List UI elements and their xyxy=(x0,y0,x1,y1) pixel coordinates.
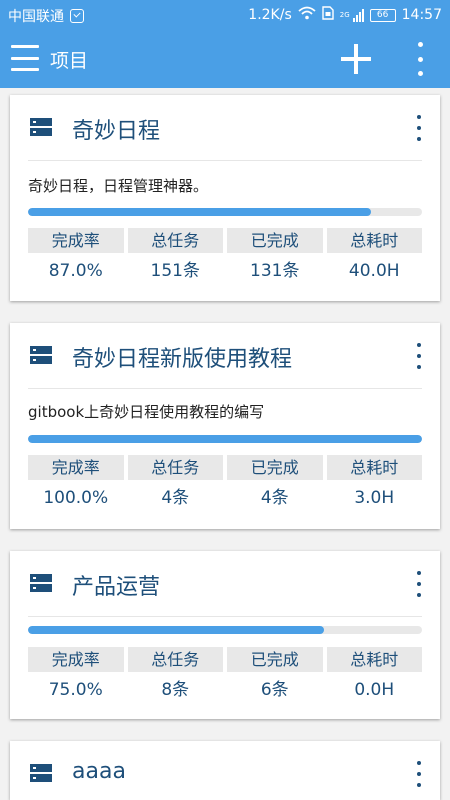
network-type-label: 2G xyxy=(339,11,350,19)
project-card[interactable]: 奇妙日程 奇妙日程，日程管理神器。 完成率 总任务 已完成 总耗时 87.0% … xyxy=(10,95,440,301)
card-more-icon[interactable] xyxy=(414,571,424,597)
stat-completed: 131条 xyxy=(250,261,300,281)
progress-bar xyxy=(28,208,422,216)
stat-total-tasks: 4条 xyxy=(161,488,190,508)
progress-fill xyxy=(28,626,324,634)
stat-header-total-time: 总耗时 xyxy=(326,228,422,253)
stats-grid: 完成率 总任务 已完成 总耗时 100.0% 4条 4条 3.0H xyxy=(28,455,422,516)
project-name: 奇妙日程 xyxy=(72,119,161,144)
project-description: 奇妙日程，日程管理神器。 xyxy=(28,177,209,195)
add-project-icon[interactable] xyxy=(341,44,371,74)
stat-completed: 4条 xyxy=(260,488,289,508)
menu-icon[interactable] xyxy=(11,45,39,71)
project-card[interactable]: 奇妙日程新版使用教程 gitbook上奇妙日程使用教程的编写 完成率 总任务 已… xyxy=(10,323,440,529)
stat-total-time: 40.0H xyxy=(348,261,400,281)
stat-header-completed: 已完成 xyxy=(227,228,323,253)
signal-strength-icon xyxy=(352,8,364,22)
stat-header-completion-rate: 完成率 xyxy=(28,228,124,253)
project-card[interactable]: 产品运营 完成率 总任务 已完成 总耗时 75.0% 8条 6条 0.0H xyxy=(10,551,440,719)
battery-icon: 66 xyxy=(369,8,396,22)
stat-completion-rate: 87.0% xyxy=(48,261,103,281)
stat-total-time: 0.0H xyxy=(354,680,395,700)
network-speed: 1.2K/s xyxy=(248,7,292,23)
stats-grid: 完成率 总任务 已完成 总耗时 87.0% 151条 131条 40.0H xyxy=(28,228,422,289)
stat-completion-rate: 100.0% xyxy=(43,488,109,508)
project-name: aaaa xyxy=(72,759,126,784)
stat-header-completed: 已完成 xyxy=(227,647,323,672)
project-icon xyxy=(30,574,52,592)
stat-total-time: 3.0H xyxy=(354,488,395,508)
project-name: 奇妙日程新版使用教程 xyxy=(72,347,293,372)
stat-total-tasks: 151条 xyxy=(150,261,200,281)
stat-header-completion-rate: 完成率 xyxy=(28,455,124,480)
status-bar: 中国联通 1.2K/s 2G 66 14:57 xyxy=(0,0,450,30)
card-more-icon[interactable] xyxy=(414,343,424,369)
stat-total-tasks: 8条 xyxy=(161,680,190,700)
project-icon xyxy=(30,346,52,364)
project-card[interactable]: aaaa xyxy=(10,741,440,800)
progress-fill xyxy=(28,208,371,216)
wifi-icon xyxy=(298,6,316,24)
progress-bar xyxy=(28,626,422,634)
stat-header-total-time: 总耗时 xyxy=(326,647,422,672)
sim-card-icon xyxy=(322,6,334,24)
stat-header-total-tasks: 总任务 xyxy=(127,647,223,672)
carrier-name: 中国联通 xyxy=(8,9,64,25)
more-vert-icon[interactable] xyxy=(412,42,428,76)
card-more-icon[interactable] xyxy=(414,761,424,787)
clock: 14:57 xyxy=(401,7,442,23)
project-name: 产品运营 xyxy=(72,575,161,600)
stat-header-total-tasks: 总任务 xyxy=(127,228,223,253)
project-icon xyxy=(30,764,52,782)
page-title: 项目 xyxy=(50,50,89,72)
stat-header-completed: 已完成 xyxy=(227,455,323,480)
progress-fill xyxy=(28,435,422,443)
battery-level: 66 xyxy=(376,9,389,20)
app-bar: 项目 xyxy=(0,30,450,88)
stat-header-completion-rate: 完成率 xyxy=(28,647,124,672)
stat-completion-rate: 75.0% xyxy=(48,680,103,700)
stats-grid: 完成率 总任务 已完成 总耗时 75.0% 8条 6条 0.0H xyxy=(28,647,422,708)
stat-completed: 6条 xyxy=(260,680,289,700)
progress-bar xyxy=(28,435,422,443)
project-description: gitbook上奇妙日程使用教程的编写 xyxy=(28,403,265,421)
project-icon xyxy=(30,118,52,136)
stat-header-total-tasks: 总任务 xyxy=(127,455,223,480)
card-more-icon[interactable] xyxy=(414,115,424,141)
stat-header-total-time: 总耗时 xyxy=(326,455,422,480)
security-shield-icon xyxy=(70,9,84,23)
